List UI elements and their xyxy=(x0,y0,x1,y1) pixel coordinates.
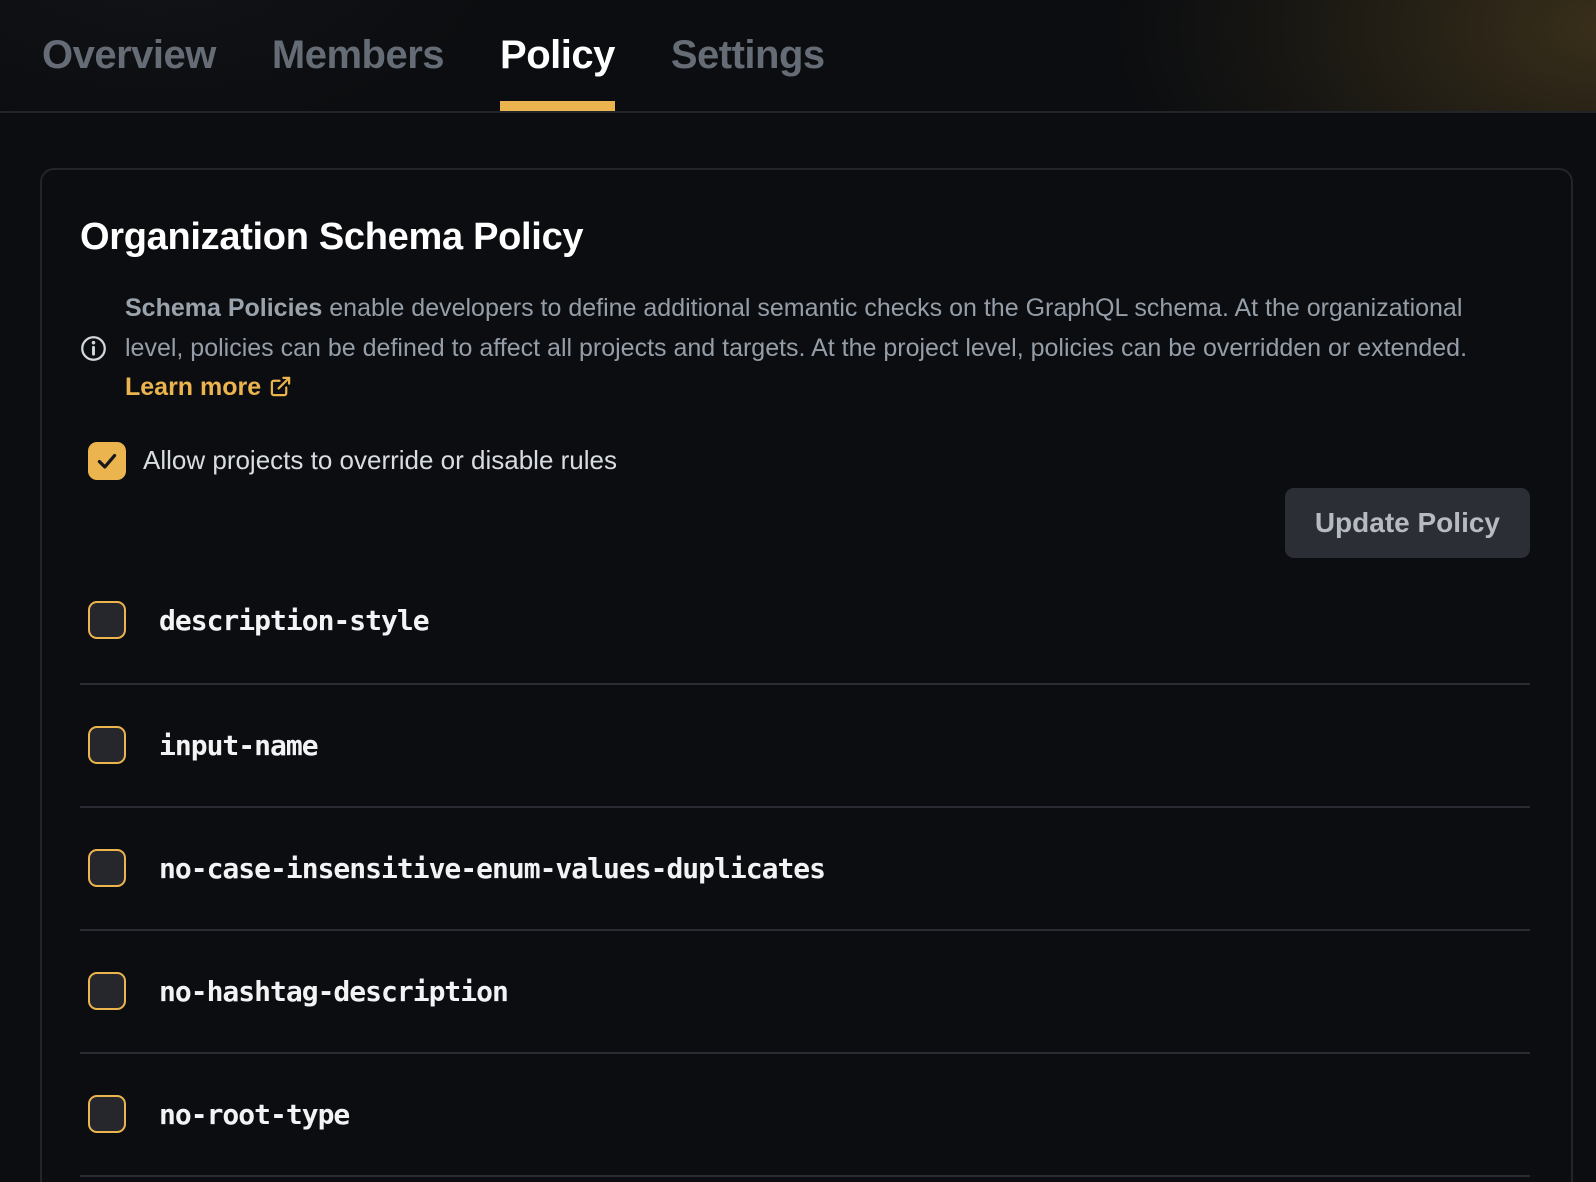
rule-row: description-style xyxy=(80,558,1530,685)
info-callout: Schema Policies enable developers to def… xyxy=(80,289,1530,408)
allow-override-label: Allow projects to override or disable ru… xyxy=(143,445,617,476)
rule-name: no-case-insensitive-enum-values-duplicat… xyxy=(159,852,825,885)
active-tab-indicator xyxy=(500,101,615,111)
tab-members[interactable]: Members xyxy=(272,0,444,111)
update-policy-button[interactable]: Update Policy xyxy=(1285,488,1530,558)
rule-name: no-hashtag-description xyxy=(159,975,508,1008)
tab-members-label: Members xyxy=(272,33,444,78)
rule-row: no-case-insensitive-enum-values-duplicat… xyxy=(80,808,1530,931)
learn-more-label: Learn more xyxy=(125,373,261,401)
rule-checkbox[interactable] xyxy=(88,849,126,887)
rule-checkbox[interactable] xyxy=(88,601,126,639)
allow-override-checkbox[interactable] xyxy=(88,442,126,480)
tab-policy[interactable]: Policy xyxy=(500,0,615,111)
info-text-lead: Schema Policies xyxy=(125,294,322,322)
rule-row: no-root-type xyxy=(80,1054,1530,1177)
rule-row: input-name xyxy=(80,685,1530,808)
tab-overview-label: Overview xyxy=(42,33,216,78)
info-text-body: enable developers to define additional s… xyxy=(125,294,1467,362)
rule-checkbox[interactable] xyxy=(88,1095,126,1133)
tab-settings[interactable]: Settings xyxy=(671,0,825,111)
rule-name: description-style xyxy=(159,604,429,637)
rule-checkbox[interactable] xyxy=(88,726,126,764)
page-title: Organization Schema Policy xyxy=(80,216,1530,259)
tab-overview[interactable]: Overview xyxy=(42,0,216,111)
button-row: Update Policy xyxy=(80,488,1530,558)
info-text: Schema Policies enable developers to def… xyxy=(125,289,1497,408)
learn-more-link[interactable]: Learn more xyxy=(125,373,292,401)
rule-checkbox[interactable] xyxy=(88,972,126,1010)
tab-policy-label: Policy xyxy=(500,33,615,78)
rule-name: input-name xyxy=(159,729,318,762)
rule-row: no-hashtag-description xyxy=(80,931,1530,1054)
checkmark-icon xyxy=(94,448,120,474)
tab-settings-label: Settings xyxy=(671,33,825,78)
allow-override-row: Allow projects to override or disable ru… xyxy=(80,442,1530,480)
rules-list: description-style input-name no-case-ins… xyxy=(80,558,1530,1177)
info-icon xyxy=(80,335,107,362)
external-link-icon xyxy=(269,375,292,398)
tab-bar: Overview Members Policy Settings xyxy=(0,0,1596,113)
policy-card: Organization Schema Policy Schema Polici… xyxy=(40,168,1573,1182)
rule-name: no-root-type xyxy=(159,1098,349,1131)
